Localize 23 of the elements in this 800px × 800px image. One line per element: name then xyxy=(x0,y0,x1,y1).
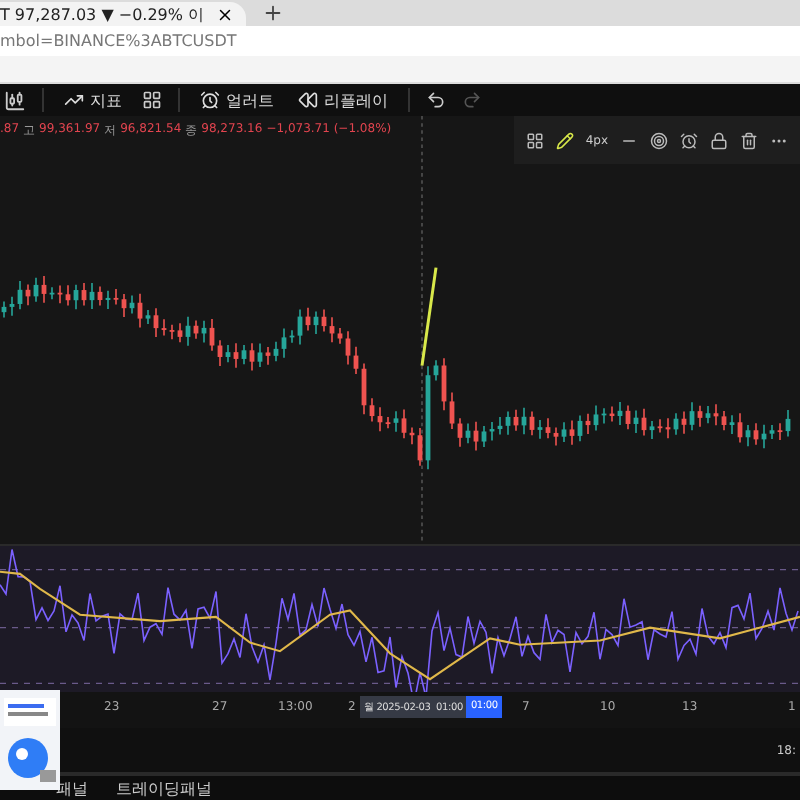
toolbar-button[interactable]: 지표 xyxy=(60,89,126,111)
panel-tab[interactable]: 트레이딩패널 xyxy=(116,777,212,799)
undo-icon[interactable] xyxy=(426,90,446,110)
toolbar-button[interactable]: 얼러트 xyxy=(196,89,278,111)
browser-tab[interactable]: T 97,287.03 ▼ −0.29% 이 xyxy=(0,2,247,26)
trend-line[interactable] xyxy=(420,267,438,366)
lock-icon[interactable] xyxy=(710,131,728,149)
target-icon[interactable] xyxy=(650,131,668,149)
close-icon[interactable] xyxy=(216,5,235,23)
alarm-icon[interactable] xyxy=(680,131,698,149)
alert-icon xyxy=(200,90,220,110)
replay-icon xyxy=(298,90,318,110)
address-url[interactable]: mbol=BINANCE%3ABTCUSDT xyxy=(0,32,237,50)
trash-icon[interactable] xyxy=(740,131,758,149)
toolbar-button[interactable]: 리플레이 xyxy=(294,89,392,111)
indicators-icon xyxy=(64,90,84,110)
pencil-icon[interactable] xyxy=(555,131,574,149)
tab-title: T 97,287.03 ▼ −0.29% 이 xyxy=(0,3,205,25)
grid-icon[interactable] xyxy=(142,90,162,110)
redo-icon[interactable] xyxy=(462,90,482,110)
new-tab-icon[interactable] xyxy=(262,2,285,24)
grid-icon[interactable] xyxy=(525,131,544,149)
candles-icon[interactable] xyxy=(4,89,26,111)
